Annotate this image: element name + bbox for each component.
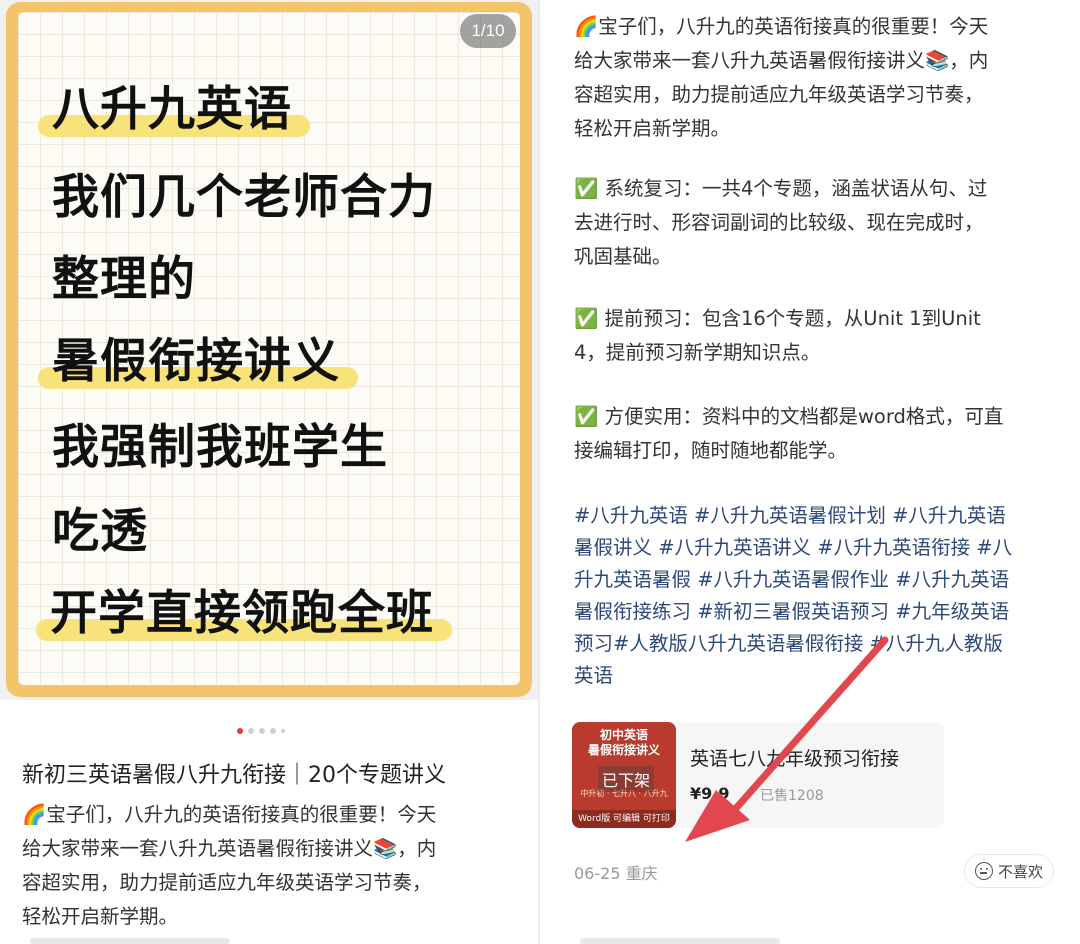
text-line: 去进行时、形容词副词的比较级、现在完成时， bbox=[574, 211, 984, 234]
carousel-indicator bbox=[237, 728, 285, 734]
point-convenient: ✅ 方便实用：资料中的文档都是word格式，可直 接编辑打印，随时随地都能学。 bbox=[574, 400, 1064, 468]
hashtag-line[interactable]: 预习#人教版八升九英语暑假衔接 #八升九人教版 bbox=[574, 628, 1064, 660]
product-name: 英语七八九年级预习衔接 bbox=[690, 748, 900, 770]
carousel-dot-active bbox=[237, 728, 243, 734]
post-meta: 06-25 重庆 bbox=[574, 864, 658, 883]
dislike-button[interactable]: 不喜欢 bbox=[963, 854, 1054, 888]
product-sales: 已售1208 bbox=[760, 788, 824, 804]
text-line: 给大家带来一套八升九英语暑假衔接讲义📚，内 bbox=[574, 49, 989, 72]
text-line: 巩固基础。 bbox=[574, 245, 672, 268]
bottom-edge bbox=[30, 938, 230, 944]
status-badge: 已下架 bbox=[598, 766, 655, 792]
hashtag-line[interactable]: 暑假衔接练习 #新初三暑假英语预习 #九年级英语 bbox=[574, 596, 1064, 628]
desc-line: 给大家带来一套八升九英语暑假衔接讲义📚，内 bbox=[22, 837, 437, 860]
carousel-dot bbox=[259, 728, 265, 734]
desc-line: 🌈宝子们，八升九的英语衔接真的很重要！今天 bbox=[22, 803, 437, 826]
hashtag-line[interactable]: 英语 bbox=[574, 660, 1064, 692]
text-line: ✅ 方便实用：资料中的文档都是word格式，可直 bbox=[574, 405, 1004, 428]
text-line: ✅ 提前预习：包含16个专题，从Unit 1到Unit bbox=[574, 307, 981, 330]
desc-line: 容超实用，助力提前适应九年级英语学习节奏， bbox=[22, 871, 432, 894]
cover-line-1: 八升九英语 bbox=[38, 70, 310, 139]
image-counter: 1/10 bbox=[460, 14, 516, 48]
cover-line-6: 吃透 bbox=[52, 504, 148, 559]
text-line: 接编辑打印，随时随地都能学。 bbox=[574, 439, 848, 462]
hashtag-line[interactable]: 升九英语暑假 #八升九英语暑假作业 #八升九英语 bbox=[574, 564, 1064, 596]
left-post-panel: 1/10 八升九英语 我们几个老师合力 整理的 暑假衔接讲义 我强制我班学生 吃… bbox=[0, 0, 538, 944]
bottom-edge bbox=[580, 938, 780, 944]
cover-line-5: 我强制我班学生 bbox=[52, 420, 388, 475]
hashtag-block[interactable]: #八升九英语 #八升九英语暑假计划 #八升九英语 暑假讲义 #八升九英语讲义 #… bbox=[574, 500, 1064, 692]
product-price: ¥9.9 bbox=[690, 784, 730, 803]
text-line: 🌈宝子们，八升九的英语衔接真的很重要！今天 bbox=[574, 15, 989, 38]
cover-image-area[interactable]: 1/10 八升九英语 我们几个老师合力 整理的 暑假衔接讲义 我强制我班学生 吃… bbox=[0, 0, 538, 700]
thumb-footer: Word版 可编辑 可打印 bbox=[572, 810, 676, 828]
carousel-dot bbox=[281, 729, 285, 733]
cover-line-3: 整理的 bbox=[52, 252, 196, 307]
text-line: 轻松开启新学期。 bbox=[574, 117, 731, 140]
post-title: 新初三英语暑假八升九衔接｜20个专题讲义 bbox=[22, 763, 446, 788]
intro-paragraph: 🌈宝子们，八升九的英语衔接真的很重要！今天 给大家带来一套八升九英语暑假衔接讲义… bbox=[574, 10, 1064, 146]
product-card[interactable]: 初中英语 暑假衔接讲义 中升初 · 七升八 · 八升九 Word版 可编辑 可打… bbox=[572, 722, 944, 828]
cover-line-7: 开学直接领跑全班 bbox=[36, 574, 452, 643]
hashtag-line[interactable]: #八升九英语 #八升九英语暑假计划 #八升九英语 bbox=[574, 500, 1064, 532]
right-post-panel: 🌈宝子们，八升九的英语衔接真的很重要！今天 给大家带来一套八升九英语暑假衔接讲义… bbox=[540, 0, 1080, 944]
hashtag-line[interactable]: 暑假讲义 #八升九英语讲义 #八升九英语衔接 #八 bbox=[574, 532, 1064, 564]
point-review: ✅ 系统复习：一共4个专题，涵盖状语从句、过 去进行时、形容词副词的比较级、现在… bbox=[574, 172, 1064, 274]
dislike-label: 不喜欢 bbox=[997, 862, 1043, 881]
desc-line: 轻松开启新学期。 bbox=[22, 905, 179, 928]
carousel-dot bbox=[270, 728, 276, 734]
carousel-dot bbox=[248, 728, 254, 734]
text-line: 4，提前预习新学期知识点。 bbox=[574, 341, 821, 364]
cover-line-4: 暑假衔接讲义 bbox=[38, 322, 358, 391]
cover-line-2: 我们几个老师合力 bbox=[52, 170, 436, 225]
dislike-icon bbox=[974, 862, 993, 880]
point-preview: ✅ 提前预习：包含16个专题，从Unit 1到Unit 4，提前预习新学期知识点… bbox=[574, 302, 1064, 370]
product-thumbnail: 初中英语 暑假衔接讲义 中升初 · 七升八 · 八升九 Word版 可编辑 可打… bbox=[572, 722, 676, 828]
text-line: 容超实用，助力提前适应九年级英语学习节奏， bbox=[574, 83, 984, 106]
thumb-title: 初中英语 暑假衔接讲义 bbox=[587, 728, 660, 757]
post-description: 🌈宝子们，八升九的英语衔接真的很重要！今天 给大家带来一套八升九英语暑假衔接讲义… bbox=[22, 798, 522, 934]
text-line: ✅ 系统复习：一共4个专题，涵盖状语从句、过 bbox=[574, 177, 988, 200]
